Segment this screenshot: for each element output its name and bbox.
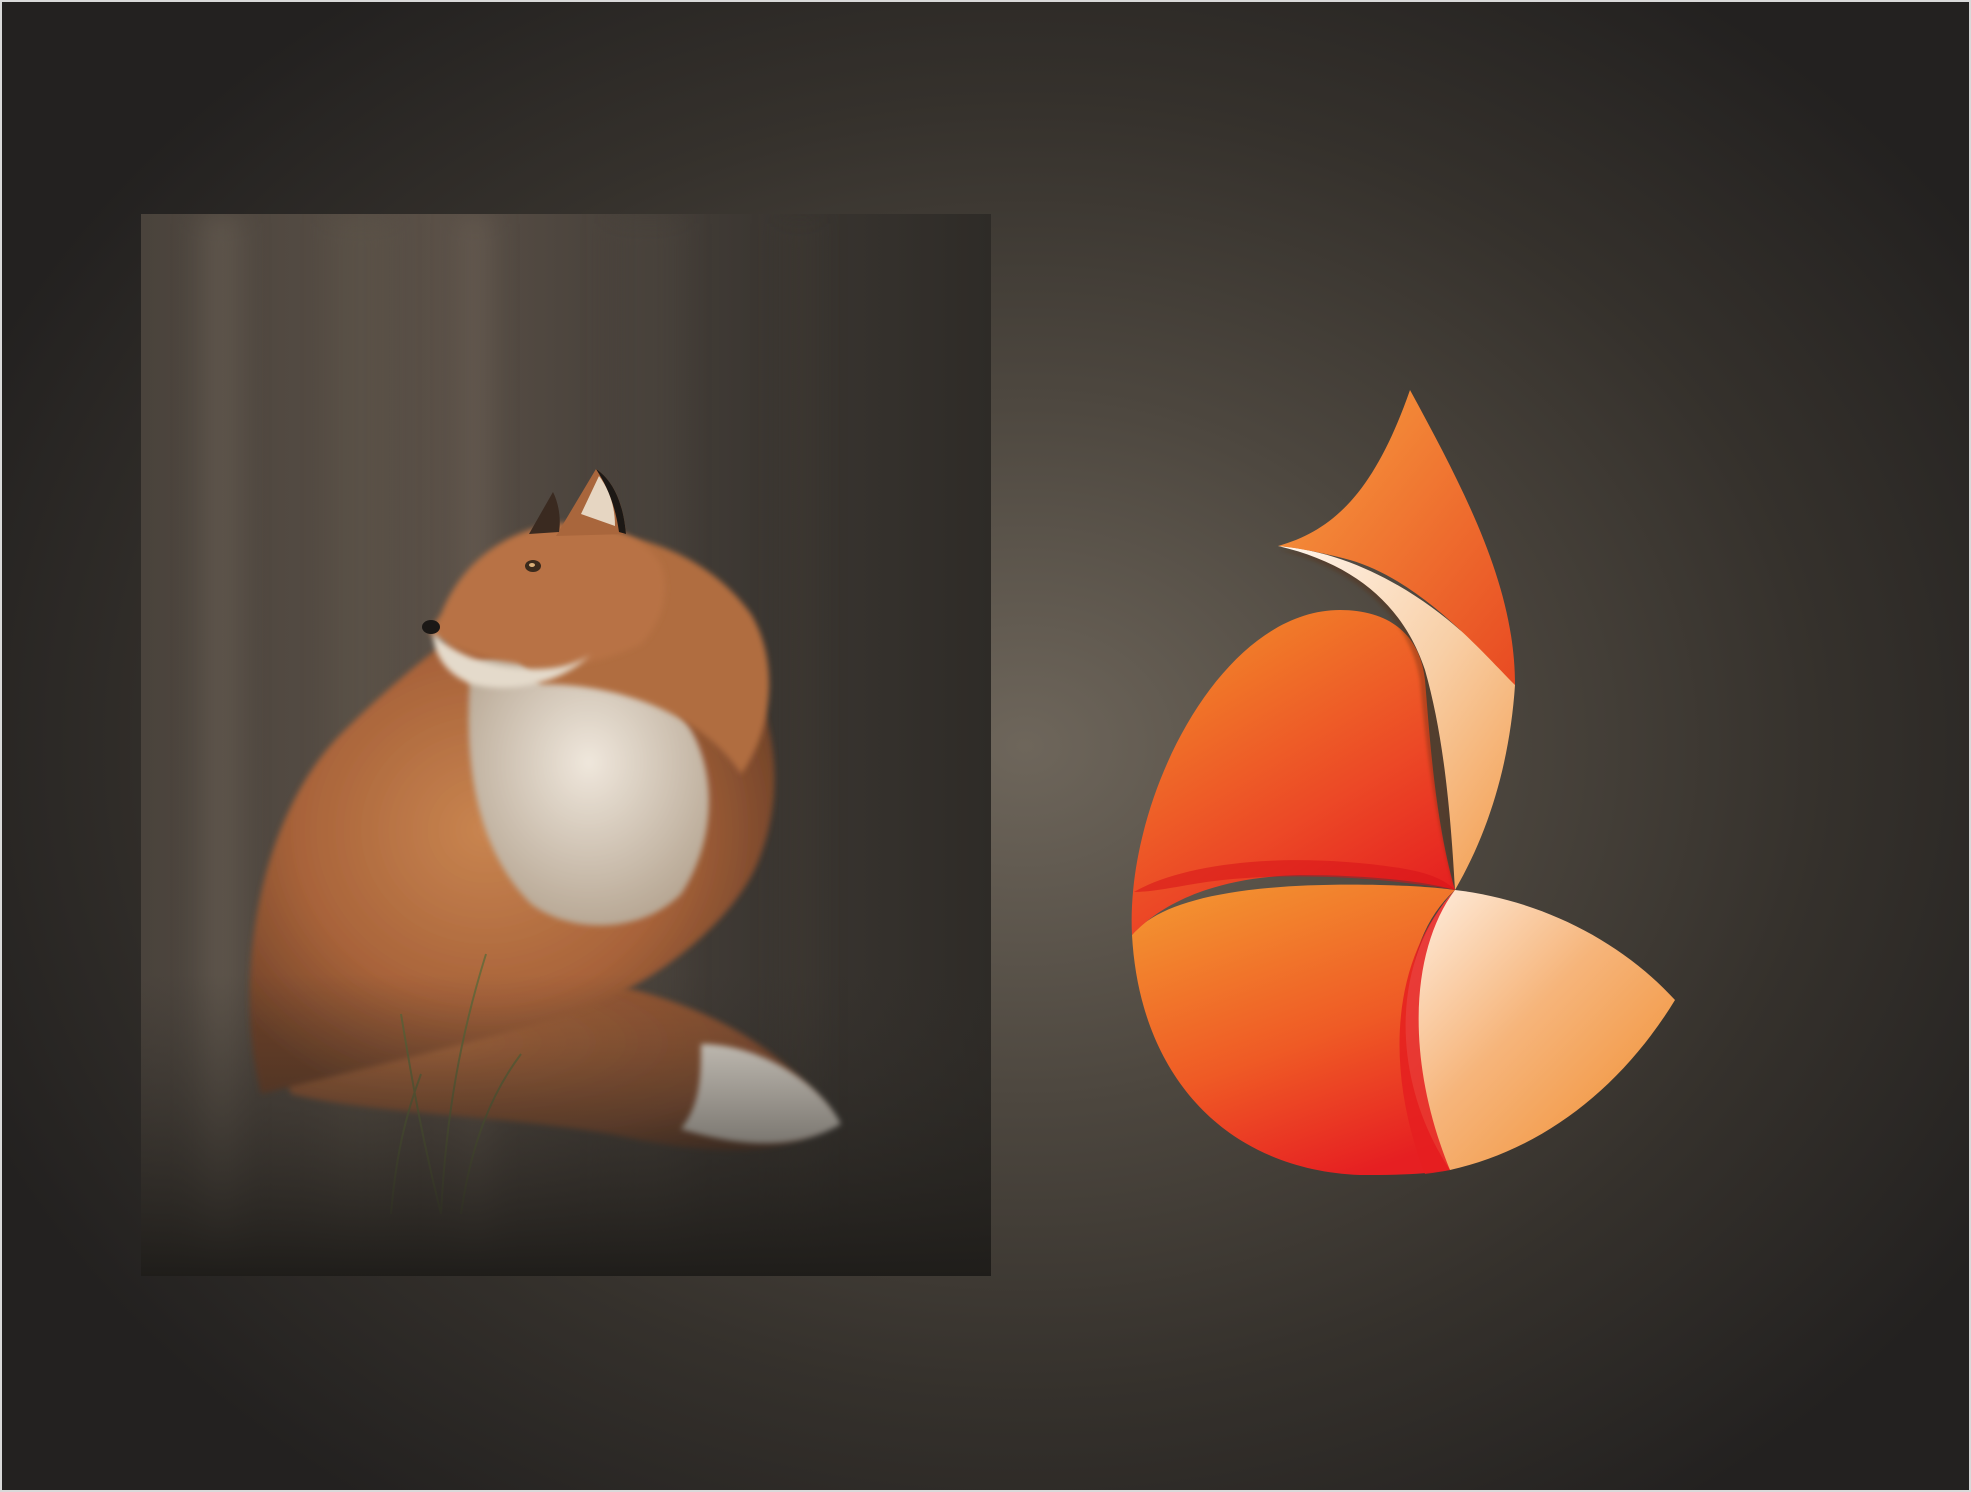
fox-logo [1120, 380, 1700, 1180]
fox-photo [141, 214, 991, 1276]
canvas-background [0, 0, 1971, 1492]
fox-photo-illustration [141, 214, 991, 1276]
logo-tail-shape [1405, 890, 1675, 1170]
fox-logo-mark [1131, 390, 1675, 1175]
